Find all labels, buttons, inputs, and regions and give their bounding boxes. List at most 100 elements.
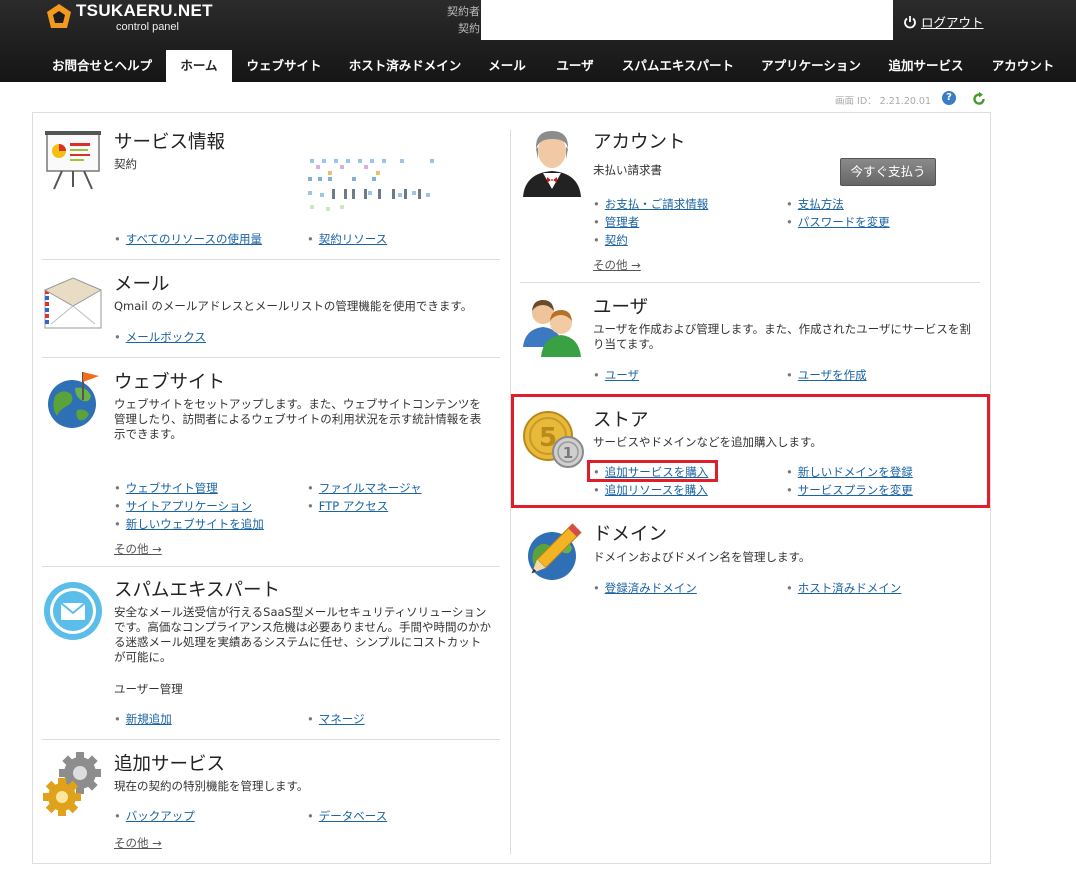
link-contract-resources[interactable]: • 契約リソース [307, 231, 387, 247]
store-description: サービスやドメインなどを追加購入します。 [593, 435, 822, 449]
link-register-domain-label[interactable]: 新しいドメインを登録 [798, 465, 913, 479]
unpaid-invoices-label: 未払い請求書 [593, 163, 662, 177]
coins-icon: 5 1 [523, 411, 584, 468]
spam-expert-description: 安全なメール送受信が行えるSaaS型メールセキュリティソリューションです。高価な… [114, 605, 491, 664]
link-contract-label[interactable]: 契約 [605, 233, 628, 247]
contract-label: 契約 [458, 22, 480, 35]
link-change-password-label[interactable]: パスワードを変更 [798, 215, 890, 229]
section-divider [42, 739, 500, 740]
account-more-link[interactable]: その他 → [593, 257, 641, 273]
link-all-resource-usage[interactable]: • すべてのリソースの使用量 [114, 231, 262, 247]
link-buy-addon-services-label[interactable]: 追加サービスを購入 [605, 465, 709, 479]
refresh-icon[interactable] [971, 91, 987, 107]
section-divider [42, 566, 500, 567]
globe-flag-icon [48, 372, 99, 428]
link-backup[interactable]: • バックアップ [114, 808, 195, 824]
link-payment-method[interactable]: • 支払方法 [786, 196, 844, 212]
link-website-management[interactable]: • ウェブサイト管理 [114, 480, 218, 496]
svg-text:1: 1 [563, 444, 573, 462]
tab-users[interactable]: ユーザ [550, 50, 600, 82]
link-hosted-domains[interactable]: • ホスト済みドメイン [786, 580, 901, 596]
domain-description: ドメインおよびドメイン名を管理します。 [593, 550, 811, 564]
link-hosted-domains-label[interactable]: ホスト済みドメイン [798, 581, 902, 595]
service-info-contract-label: 契約 [114, 157, 137, 171]
link-buy-additional-resources[interactable]: • 追加リソースを購入 [593, 482, 708, 498]
link-spam-add-new-label[interactable]: 新規追加 [126, 712, 172, 726]
mail-title: メール [114, 274, 170, 295]
addon-services-title: 追加サービス [114, 754, 226, 775]
logo-icon [47, 4, 71, 28]
tab-help[interactable]: お問合せとヘルプ [41, 50, 163, 82]
link-users-label[interactable]: ユーザ [605, 368, 639, 382]
store-title: ストア [593, 410, 649, 431]
logout-label: ログアウト [921, 15, 984, 30]
link-change-service-plan-label[interactable]: サービスプランを変更 [798, 483, 913, 497]
link-register-domain[interactable]: • 新しいドメインを登録 [786, 464, 913, 480]
link-administrator-label[interactable]: 管理者 [605, 215, 640, 229]
domain-title: ドメイン [593, 524, 668, 545]
link-change-service-plan[interactable]: • サービスプランを変更 [786, 482, 913, 498]
section-divider [520, 282, 980, 283]
presentation-board-icon [45, 131, 101, 190]
logo-subtitle: control panel [116, 21, 179, 33]
link-add-website-label[interactable]: 新しいウェブサイトを追加 [126, 517, 264, 531]
link-payment-method-label[interactable]: 支払方法 [798, 197, 844, 211]
link-billing-info[interactable]: • お支払・ご請求情報 [593, 196, 708, 212]
link-website-management-label[interactable]: ウェブサイト管理 [126, 481, 218, 495]
link-mailbox[interactable]: • メールボックス [114, 329, 206, 345]
link-administrator[interactable]: • 管理者 [593, 214, 639, 230]
link-spam-manage[interactable]: • マネージ [307, 711, 365, 727]
link-file-manager[interactable]: • ファイルマネージャ [307, 480, 422, 496]
website-title: ウェブサイト [114, 372, 226, 393]
link-change-password[interactable]: • パスワードを変更 [786, 214, 890, 230]
mail-description: Qmail のメールアドレスとメールリストの管理機能を使用できます。 [114, 299, 473, 313]
tab-home[interactable]: ホーム [166, 50, 232, 82]
link-buy-addon-services[interactable]: • 追加サービスを購入 [593, 464, 708, 480]
link-create-user[interactable]: • ユーザを作成 [786, 367, 867, 383]
gears-icon [43, 752, 101, 816]
link-ftp-access[interactable]: • FTP アクセス [307, 498, 388, 514]
logout-link[interactable]: ログアウト [903, 12, 984, 31]
link-spam-add-new[interactable]: • 新規追加 [114, 711, 172, 727]
link-site-applications-label[interactable]: サイトアプリケーション [126, 499, 252, 513]
website-description: ウェブサイトをセットアップします。また、ウェブサイトコンテンツを管理したり、訪問… [114, 397, 482, 441]
power-icon [904, 16, 916, 29]
link-contract-resources-label[interactable]: 契約リソース [319, 232, 387, 246]
link-create-user-label[interactable]: ユーザを作成 [798, 368, 867, 382]
tab-mail[interactable]: メール [481, 50, 533, 82]
link-users[interactable]: • ユーザ [593, 367, 639, 383]
header-bar: TSUKAERU.NET control panel 契約者 契約 ログアウト … [0, 0, 1076, 82]
link-site-applications[interactable]: • サイトアプリケーション [114, 498, 252, 514]
link-add-website[interactable]: • 新しいウェブサイトを追加 [114, 516, 264, 532]
tab-website[interactable]: ウェブサイト [237, 50, 331, 82]
link-database[interactable]: • データベース [307, 808, 387, 824]
help-icon[interactable]: ? [942, 91, 956, 105]
link-backup-label[interactable]: バックアップ [126, 809, 195, 823]
service-info-title: サービス情報 [114, 132, 226, 153]
link-registered-domains-label[interactable]: 登録済みドメイン [605, 581, 697, 595]
link-mailbox-label[interactable]: メールボックス [126, 330, 206, 344]
screen-id: 画面 ID： 2.21.20.01 [835, 96, 932, 107]
link-all-resource-usage-label[interactable]: すべてのリソースの使用量 [126, 232, 262, 246]
tab-spam-expert[interactable]: スパムエキスパート [615, 50, 741, 82]
contract-info-box [481, 0, 893, 40]
link-file-manager-label[interactable]: ファイルマネージャ [319, 481, 422, 495]
tab-hosted-domains[interactable]: ホスト済みドメイン [343, 50, 467, 82]
tab-addon-services[interactable]: 追加サービス [881, 50, 971, 82]
tab-account[interactable]: アカウント [985, 50, 1061, 82]
spam-shield-icon [44, 582, 102, 640]
link-spam-manage-label[interactable]: マネージ [319, 712, 365, 726]
addon-more-link[interactable]: その他 → [114, 835, 162, 851]
pay-now-button[interactable]: 今すぐ支払う [840, 158, 936, 186]
website-more-link[interactable]: その他 → [114, 541, 162, 557]
tab-applications[interactable]: アプリケーション [755, 50, 867, 82]
link-registered-domains[interactable]: • 登録済みドメイン [593, 580, 697, 596]
link-billing-info-label[interactable]: お支払・ご請求情報 [605, 197, 709, 211]
link-buy-additional-resources-label[interactable]: 追加リソースを購入 [605, 483, 708, 497]
link-database-label[interactable]: データベース [319, 809, 387, 823]
section-divider [42, 259, 500, 260]
link-ftp-access-label[interactable]: FTP アクセス [319, 499, 388, 513]
globe-pencil-icon [528, 523, 582, 580]
link-contract[interactable]: • 契約 [593, 232, 628, 248]
envelope-icon [43, 277, 103, 329]
